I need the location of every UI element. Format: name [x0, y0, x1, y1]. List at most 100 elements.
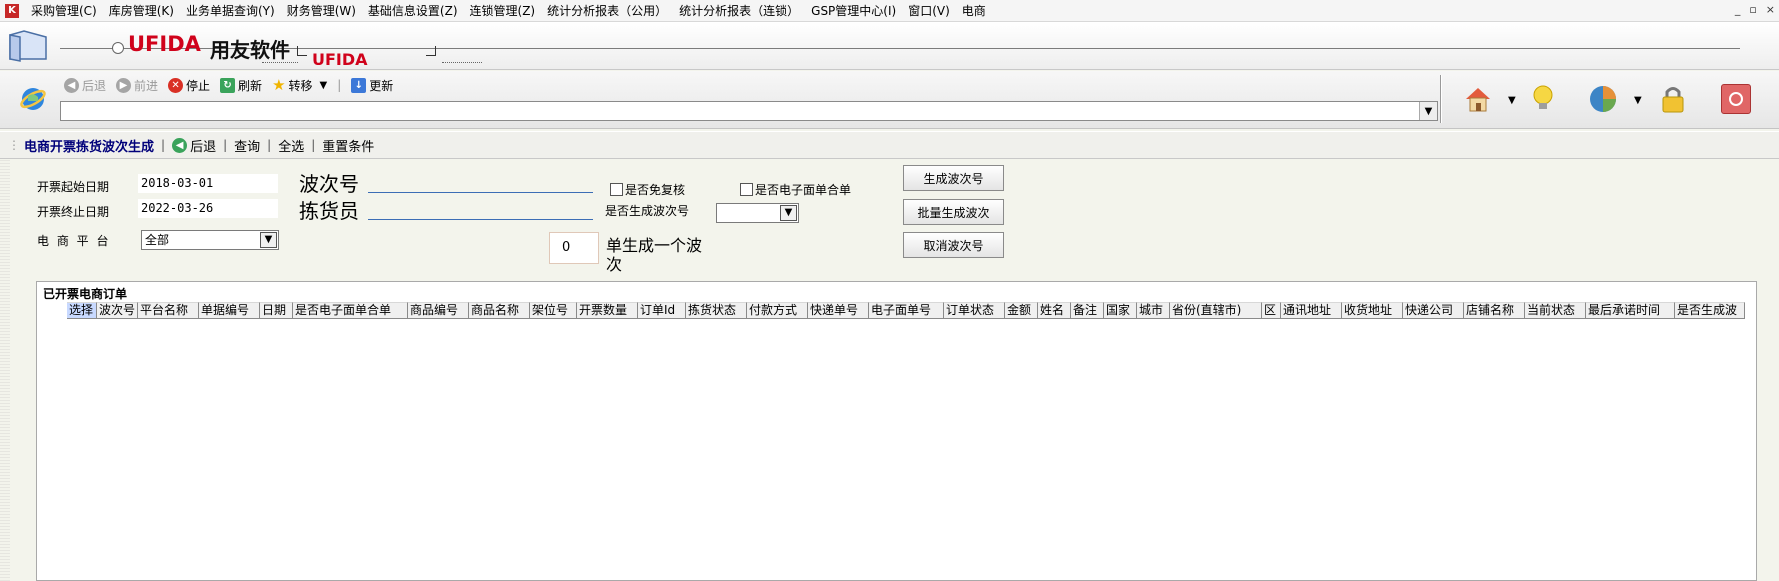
column-header[interactable]: 快递公司 — [1403, 302, 1464, 319]
batch-generate-button[interactable]: 批量生成波次 — [903, 199, 1004, 225]
banner-divider — [60, 48, 1740, 49]
column-header[interactable]: 日期 — [260, 302, 293, 319]
back-arrow-icon: ◀ — [172, 137, 188, 153]
column-header[interactable]: 商品名称 — [469, 302, 530, 319]
column-header[interactable]: 通讯地址 — [1281, 302, 1342, 319]
exit-button[interactable] — [1718, 81, 1754, 117]
stop-icon: ✕ — [168, 77, 184, 93]
column-header[interactable]: 波次号 — [97, 302, 138, 319]
column-header[interactable]: 姓名 — [1038, 302, 1071, 319]
column-header[interactable]: 备注 — [1071, 302, 1104, 319]
exempt-review-checkbox[interactable]: 是否免复核 — [610, 181, 685, 198]
column-header[interactable]: 收货地址 — [1342, 302, 1403, 319]
restore-button[interactable]: ▫ — [1749, 3, 1756, 16]
menu-reports-public[interactable]: 统计分析报表（公用） — [541, 2, 673, 19]
start-date-field[interactable]: 2018-03-01 — [138, 174, 278, 193]
generate-wave-button[interactable]: 生成波次号 — [903, 165, 1004, 191]
left-margin — [0, 160, 10, 581]
menu-ecommerce[interactable]: 电商 — [956, 2, 992, 19]
menu-warehouse[interactable]: 库房管理(K) — [103, 2, 180, 19]
lock-button[interactable] — [1655, 81, 1691, 117]
bracket-left-icon — [297, 46, 307, 56]
app-icon: K — [5, 3, 19, 18]
tip-button[interactable] — [1525, 81, 1561, 117]
column-header[interactable]: 选择 — [67, 302, 97, 319]
back-button[interactable]: ◀ 后退 — [64, 77, 106, 94]
column-header[interactable]: 快递单号 — [808, 302, 869, 319]
column-header[interactable]: 金额 — [1005, 302, 1038, 319]
toolbar-divider — [1440, 75, 1442, 123]
column-header[interactable]: 是否电子面单合单 — [293, 302, 408, 319]
query-link[interactable]: 查询 — [234, 136, 260, 155]
column-header[interactable]: 电子面单号 — [869, 302, 944, 319]
column-header[interactable]: 订单Id — [638, 302, 686, 319]
grip-icon: ⋮ — [8, 138, 20, 152]
bracket-right-icon — [426, 46, 436, 56]
column-header[interactable]: 架位号 — [530, 302, 577, 319]
forward-button[interactable]: ▶ 前进 — [116, 77, 158, 94]
checkbox-icon — [610, 183, 623, 196]
reset-conditions-link[interactable]: 重置条件 — [322, 136, 374, 155]
end-date-field[interactable]: 2022-03-26 — [138, 199, 278, 218]
address-bar[interactable]: ▼ — [60, 101, 1438, 121]
column-header[interactable]: 城市 — [1137, 302, 1170, 319]
update-button[interactable]: ↓ 更新 — [351, 77, 393, 94]
brand-banner: UFIDA 用友软件 UFIDA — [0, 22, 1779, 70]
address-dropdown-icon[interactable]: ▼ — [1419, 102, 1437, 120]
column-header[interactable]: 付款方式 — [747, 302, 808, 319]
checkbox-icon — [740, 183, 753, 196]
menu-chain[interactable]: 连锁管理(Z) — [464, 2, 542, 19]
home-button[interactable] — [1460, 81, 1496, 117]
picker-input[interactable] — [368, 198, 593, 220]
nav-buttons: ◀ 后退 ▶ 前进 ✕ 停止 ↻ 刷新 ★ 转移 ▼ | ↓ 更新 — [64, 76, 393, 94]
picker-label: 拣货员 — [299, 199, 359, 223]
function-bar: ⋮ 电商开票拣货波次生成 | ◀ 后退 | 查询 | 全选 | 重置条件 — [0, 131, 1779, 159]
column-header[interactable]: 店铺名称 — [1464, 302, 1525, 319]
e-waybill-merge-checkbox[interactable]: 是否电子面单合单 — [740, 181, 851, 198]
column-header[interactable]: 拣货状态 — [686, 302, 747, 319]
generated-wave-select[interactable]: ▼ — [716, 203, 799, 223]
browser-globe-icon — [20, 88, 46, 110]
menu-document-query[interactable]: 业务单据查询(Y) — [180, 2, 281, 19]
grid-header: 选择 波次号 平台名称 单据编号 日期 是否电子面单合单 商品编号 商品名称 架… — [67, 302, 1745, 319]
chevron-down-icon: ▼ — [260, 232, 277, 248]
color-wheel-icon — [1590, 86, 1616, 112]
column-header[interactable]: 单据编号 — [199, 302, 260, 319]
select-all-link[interactable]: 全选 — [278, 136, 304, 155]
column-header[interactable]: 平台名称 — [138, 302, 199, 319]
home-icon — [1466, 88, 1490, 112]
column-header[interactable]: 是否生成波 — [1675, 302, 1745, 319]
refresh-icon: ↻ — [220, 77, 236, 93]
menu-finance[interactable]: 财务管理(W) — [281, 2, 362, 19]
menu-basic-settings[interactable]: 基础信息设置(Z) — [362, 2, 464, 19]
chevron-down-icon[interactable]: ▼ — [320, 80, 328, 91]
stop-button[interactable]: ✕ 停止 — [168, 77, 210, 94]
home-dropdown-icon[interactable]: ▼ — [1508, 95, 1516, 106]
column-header[interactable]: 最后承诺时间 — [1586, 302, 1675, 319]
back-link[interactable]: ◀ 后退 — [172, 136, 216, 155]
transfer-button[interactable]: ★ 转移 ▼ — [272, 76, 327, 94]
column-header[interactable]: 开票数量 — [577, 302, 638, 319]
favorites-dropdown-icon[interactable]: ▼ — [1634, 95, 1642, 106]
end-date-label: 开票终止日期 — [37, 205, 110, 219]
menu-reports-chain[interactable]: 统计分析报表（连锁） — [673, 2, 805, 19]
menu-window[interactable]: 窗口(V) — [902, 2, 956, 19]
column-header[interactable]: 省份(直辖市) — [1170, 302, 1262, 319]
wave-no-input[interactable] — [368, 171, 593, 193]
column-header[interactable]: 区 — [1262, 302, 1281, 319]
column-header[interactable]: 订单状态 — [944, 302, 1005, 319]
power-icon — [1721, 84, 1751, 114]
refresh-button[interactable]: ↻ 刷新 — [220, 77, 262, 94]
column-header[interactable]: 当前状态 — [1525, 302, 1586, 319]
menu-purchase[interactable]: 采购管理(C) — [25, 2, 103, 19]
favorites-button[interactable] — [1585, 81, 1621, 117]
page-title: 电商开票拣货波次生成 — [24, 139, 155, 155]
per-wave-count-input[interactable]: 0 — [549, 232, 599, 264]
menu-gsp[interactable]: GSP管理中心(I) — [805, 2, 902, 19]
close-button[interactable]: × — [1766, 3, 1775, 16]
column-header[interactable]: 商品编号 — [408, 302, 469, 319]
platform-select[interactable]: 全部 ▼ — [141, 230, 279, 250]
column-header[interactable]: 国家 — [1104, 302, 1137, 319]
cancel-wave-button[interactable]: 取消波次号 — [903, 232, 1004, 258]
minimize-button[interactable]: _ — [1735, 3, 1741, 16]
